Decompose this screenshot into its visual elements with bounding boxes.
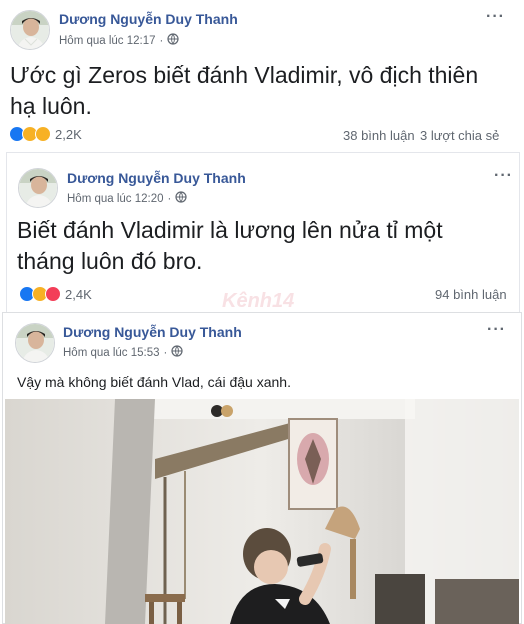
avatar[interactable] <box>18 168 58 208</box>
globe-icon <box>175 191 187 206</box>
more-options-icon[interactable]: ··· <box>494 167 513 185</box>
post-3: Dương Nguyễn Duy Thanh Hôm qua lúc 15:53… <box>2 312 522 624</box>
post-content: Biết đánh Vladimir là lương lên nửa tỉ m… <box>17 217 443 274</box>
sad-icon <box>35 126 51 142</box>
post-content: Vậy mà không biết đánh Vlad, cái đậu xan… <box>17 374 291 390</box>
comment-count[interactable]: 94 bình luận <box>435 287 507 302</box>
post-content: Ước gì Zeros biết đánh Vladimir, vô địch… <box>10 62 479 119</box>
avatar[interactable] <box>15 323 55 363</box>
globe-icon <box>171 345 183 360</box>
video-player[interactable] <box>5 399 519 624</box>
author-name[interactable]: Dương Nguyễn Duy Thanh <box>59 11 238 27</box>
more-options-icon[interactable]: ··· <box>487 321 506 339</box>
reaction-count: 2,2K <box>55 126 82 142</box>
post-meta: Hôm qua lúc 12:17 · <box>59 33 179 48</box>
author-name[interactable]: Dương Nguyễn Duy Thanh <box>63 324 242 340</box>
post-timestamp[interactable]: Hôm qua lúc 15:53 <box>63 347 160 359</box>
post-timestamp[interactable]: Hôm qua lúc 12:17 <box>59 35 156 47</box>
post-2: Dương Nguyễn Duy Thanh Hôm qua lúc 12:20… <box>6 152 520 312</box>
post-meta: Hôm qua lúc 15:53 · <box>63 345 183 360</box>
more-options-icon[interactable]: ··· <box>486 8 505 26</box>
share-count[interactable]: 3 lượt chia sẻ <box>420 128 499 143</box>
reaction-count: 2,4K <box>65 286 92 302</box>
post-timestamp[interactable]: Hôm qua lúc 12:20 <box>67 193 164 205</box>
reaction-summary[interactable]: 2,2K <box>9 126 82 142</box>
comment-count[interactable]: 38 bình luận <box>343 128 415 143</box>
avatar[interactable] <box>10 10 50 50</box>
post-1: Dương Nguyễn Duy Thanh Hôm qua lúc 12:17… <box>0 0 524 150</box>
globe-icon <box>167 33 179 48</box>
reaction-summary[interactable]: 2,4K <box>19 286 92 302</box>
author-name[interactable]: Dương Nguyễn Duy Thanh <box>67 170 246 186</box>
post-meta: Hôm qua lúc 12:20 · <box>67 191 187 206</box>
love-icon <box>45 286 61 302</box>
watermark-logo: Kênh14 <box>222 290 295 312</box>
